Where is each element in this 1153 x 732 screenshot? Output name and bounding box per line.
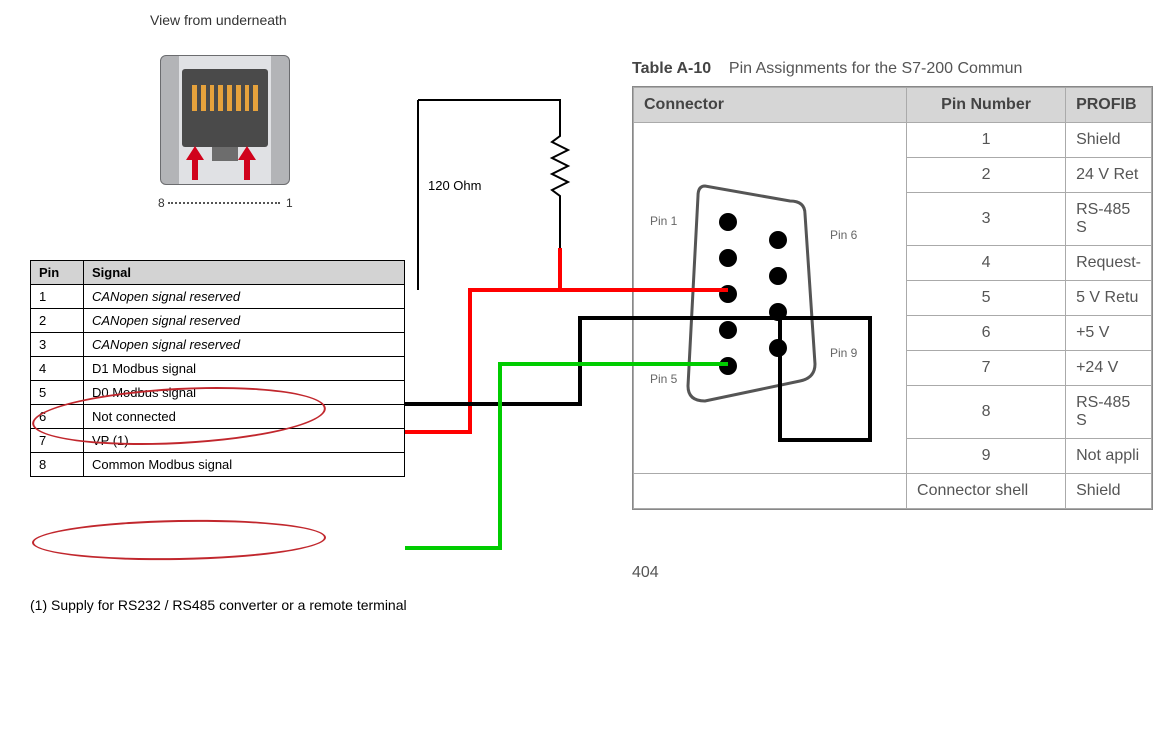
arrow-up-icon (186, 146, 204, 180)
pin-number-cell: 4 (907, 246, 1066, 281)
table-row: 2CANopen signal reserved (31, 309, 405, 333)
profibus-cell: +5 V (1066, 316, 1152, 351)
pin-cell: 2 (31, 309, 84, 333)
pin-number-cell: 1 (907, 123, 1066, 158)
db9-pin5-label: Pin 5 (650, 372, 677, 386)
footnote: (1) Supply for RS232 / RS485 converter o… (30, 596, 420, 615)
col-pin: Pin (31, 261, 84, 285)
highlight-ellipse (32, 517, 327, 562)
profibus-cell: Request- (1066, 246, 1152, 281)
db9-pin6-label: Pin 6 (830, 228, 857, 242)
signal-cell: Common Modbus signal (84, 453, 405, 477)
signal-cell: CANopen signal reserved (84, 309, 405, 333)
table-caption: Pin Assignments for the S7-200 Commun (729, 60, 1022, 77)
profibus-cell: +24 V (1066, 351, 1152, 386)
pin-cell: 8 (31, 453, 84, 477)
pin-number-cell: 9 (907, 439, 1066, 474)
profibus-cell: RS-485 S (1066, 386, 1152, 439)
pin-number-cell: 2 (907, 158, 1066, 193)
profibus-cell: Not appli (1066, 439, 1152, 474)
rj45-pin8-label: 8 (158, 196, 165, 210)
profibus-cell: 5 V Retu (1066, 281, 1152, 316)
profibus-cell: Shield (1066, 123, 1152, 158)
right-table-title: Table A-10 Pin Assignments for the S7-20… (632, 60, 1022, 78)
empty-cell (634, 474, 907, 509)
pin-cell: 4 (31, 357, 84, 381)
db9-pin9-label: Pin 9 (830, 346, 857, 360)
signal-cell: D1 Modbus signal (84, 357, 405, 381)
signal-cell: CANopen signal reserved (84, 333, 405, 357)
page-number: 404 (632, 564, 659, 582)
rj45-pin-table: Pin Signal 1CANopen signal reserved2CANo… (30, 260, 405, 477)
pin-number-cell: 5 (907, 281, 1066, 316)
profibus-cell: 24 V Ret (1066, 158, 1152, 193)
db9-connector-icon (650, 156, 850, 426)
table-row: 1CANopen signal reserved (31, 285, 405, 309)
col-profibus: PROFIB (1066, 88, 1152, 123)
pin-number-cell: 3 (907, 193, 1066, 246)
pin-number-cell: 6 (907, 316, 1066, 351)
table-row: 1Shield (634, 123, 1152, 158)
table-row: Connector shellShield (634, 474, 1152, 509)
signal-cell: CANopen signal reserved (84, 285, 405, 309)
connector-shell-label: Connector shell (907, 474, 1066, 509)
profibus-cell: RS-485 S (1066, 193, 1152, 246)
col-connector: Connector (634, 88, 907, 123)
col-signal: Signal (84, 261, 405, 285)
db9-pin1-label: Pin 1 (650, 214, 677, 228)
arrow-up-icon (238, 146, 256, 180)
rj45-connector-icon (160, 55, 290, 185)
pin-number-cell: 8 (907, 386, 1066, 439)
rj45-pin1-label: 1 (286, 196, 293, 210)
pin-number-cell: 7 (907, 351, 1066, 386)
resistor-label: 120 Ohm (428, 178, 481, 193)
pin-cell: 1 (31, 285, 84, 309)
col-pin-number: Pin Number (907, 88, 1066, 123)
rj45-ruler (168, 202, 280, 204)
diagram-stage: View from underneath 8 1 Pin Signal 1CAN… (0, 0, 1153, 732)
view-title: View from underneath (150, 12, 287, 28)
table-number: Table A-10 (632, 60, 711, 77)
table-row: 8Common Modbus signal (31, 453, 405, 477)
table-row: 4D1 Modbus signal (31, 357, 405, 381)
connector-shell-desc: Shield (1066, 474, 1152, 509)
table-row: 3CANopen signal reserved (31, 333, 405, 357)
pin-cell: 3 (31, 333, 84, 357)
